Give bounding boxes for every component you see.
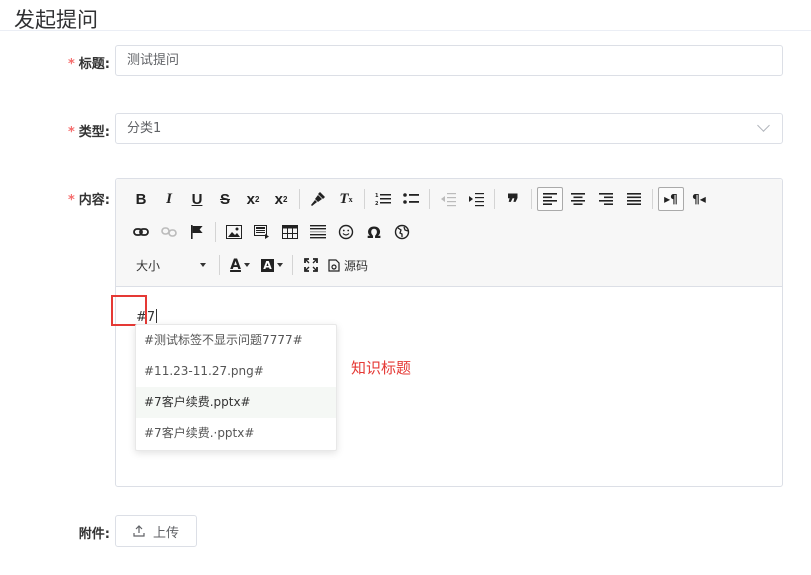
toolbar-separator (292, 255, 293, 275)
underline-icon[interactable]: U (184, 187, 210, 211)
type-select[interactable]: 分类1 (115, 113, 783, 144)
title-input[interactable]: 测试提问 (115, 45, 783, 76)
editor-toolbar: B I U S x2 x2 Tx 12 ❞ ▸¶ ¶◂ Ω 大小 A A 源码 (116, 179, 782, 287)
align-center-icon[interactable] (565, 187, 591, 211)
type-select-value: 分类1 (127, 121, 162, 136)
indent-icon[interactable] (463, 187, 489, 211)
toolbar-separator (429, 189, 430, 209)
strikethrough-icon[interactable]: S (212, 187, 238, 211)
svg-text:1: 1 (375, 193, 379, 199)
title-label-text: 标题: (78, 57, 110, 72)
svg-text:2: 2 (375, 201, 379, 207)
format-painter-icon[interactable] (305, 187, 331, 211)
title-divider (0, 30, 811, 31)
type-label: * 类型: (0, 121, 110, 140)
link-icon[interactable] (128, 220, 154, 244)
page-break-icon[interactable] (305, 220, 331, 244)
special-char-icon[interactable]: Ω (361, 220, 387, 244)
caret-down-icon (276, 263, 283, 267)
upload-label: 上传 (152, 525, 179, 541)
subscript-icon[interactable]: x2 (240, 187, 266, 211)
toolbar-separator (364, 189, 365, 209)
highlight-box (111, 295, 147, 326)
background-color-icon[interactable]: A (257, 253, 287, 277)
type-label-text: 类型: (78, 125, 110, 140)
unlink-icon[interactable] (156, 220, 182, 244)
toolbar-separator (215, 222, 216, 242)
map-icon[interactable] (389, 220, 415, 244)
toolbar-separator (531, 189, 532, 209)
unordered-list-icon[interactable] (398, 187, 424, 211)
content-label: * 内容: (0, 189, 110, 208)
italic-icon[interactable]: I (156, 187, 182, 211)
rtl-icon[interactable]: ¶◂ (686, 187, 712, 211)
font-size-label: 大小 (136, 258, 161, 273)
suggestion-dropdown: #测试标签不显示问题7777# #11.23-11.27.png# #7客户续费… (135, 324, 337, 451)
required-mark: * (67, 57, 75, 72)
toolbar-separator (652, 189, 653, 209)
suggestion-item[interactable]: #测试标签不显示问题7777# (136, 325, 336, 356)
align-justify-icon[interactable] (621, 187, 647, 211)
suggestion-item[interactable]: #11.23-11.27.png# (136, 356, 336, 387)
content-label-text: 内容: (78, 193, 110, 208)
emoji-icon[interactable] (333, 220, 359, 244)
bold-icon[interactable]: B (128, 187, 154, 211)
table-icon[interactable] (277, 220, 303, 244)
font-color-icon[interactable]: A (225, 253, 255, 277)
superscript-icon[interactable]: x2 (268, 187, 294, 211)
required-mark: * (67, 193, 75, 208)
clear-format-icon[interactable]: Tx (333, 187, 359, 211)
toolbar-separator (219, 255, 220, 275)
source-icon (328, 258, 340, 272)
toolbar-separator (299, 189, 300, 209)
chevron-down-icon (757, 119, 770, 132)
caret-down-icon (243, 263, 250, 267)
ordered-list-icon[interactable]: 12 (370, 187, 396, 211)
toolbar-separator (494, 189, 495, 209)
fullscreen-icon[interactable] (298, 253, 324, 277)
toolbar-row-2: Ω (128, 218, 417, 246)
caret-down-icon (200, 263, 206, 267)
blockquote-icon[interactable]: ❞ (500, 187, 526, 215)
suggestion-item[interactable]: #7客户续费.·pptx# (136, 418, 336, 449)
title-input-value: 测试提问 (127, 53, 180, 68)
source-button[interactable]: 源码 (326, 253, 370, 277)
title-label: * 标题: (0, 53, 110, 72)
attachment-label-text: 附件: (78, 527, 110, 542)
font-size-select[interactable]: 大小 (128, 253, 212, 277)
align-right-icon[interactable] (593, 187, 619, 211)
outdent-icon[interactable] (435, 187, 461, 211)
text-cursor (156, 309, 158, 323)
toolbar-row-3: 大小 A A 源码 (128, 251, 372, 279)
image-icon[interactable] (221, 220, 247, 244)
upload-icon (133, 525, 145, 537)
required-mark: * (67, 125, 75, 140)
multi-image-icon[interactable] (249, 220, 275, 244)
ltr-icon[interactable]: ▸¶ (658, 187, 684, 211)
anchor-icon[interactable] (184, 220, 210, 244)
suggestion-item-active[interactable]: #7客户续费.pptx# (136, 387, 336, 418)
upload-button[interactable]: 上传 (115, 515, 197, 547)
attachment-label: 附件: (0, 523, 110, 542)
annotation-label: 知识标题 (351, 359, 412, 377)
align-left-icon[interactable] (537, 187, 563, 211)
source-label: 源码 (344, 258, 369, 273)
toolbar-row-1: B I U S x2 x2 Tx 12 ❞ ▸¶ ¶◂ (128, 185, 714, 215)
